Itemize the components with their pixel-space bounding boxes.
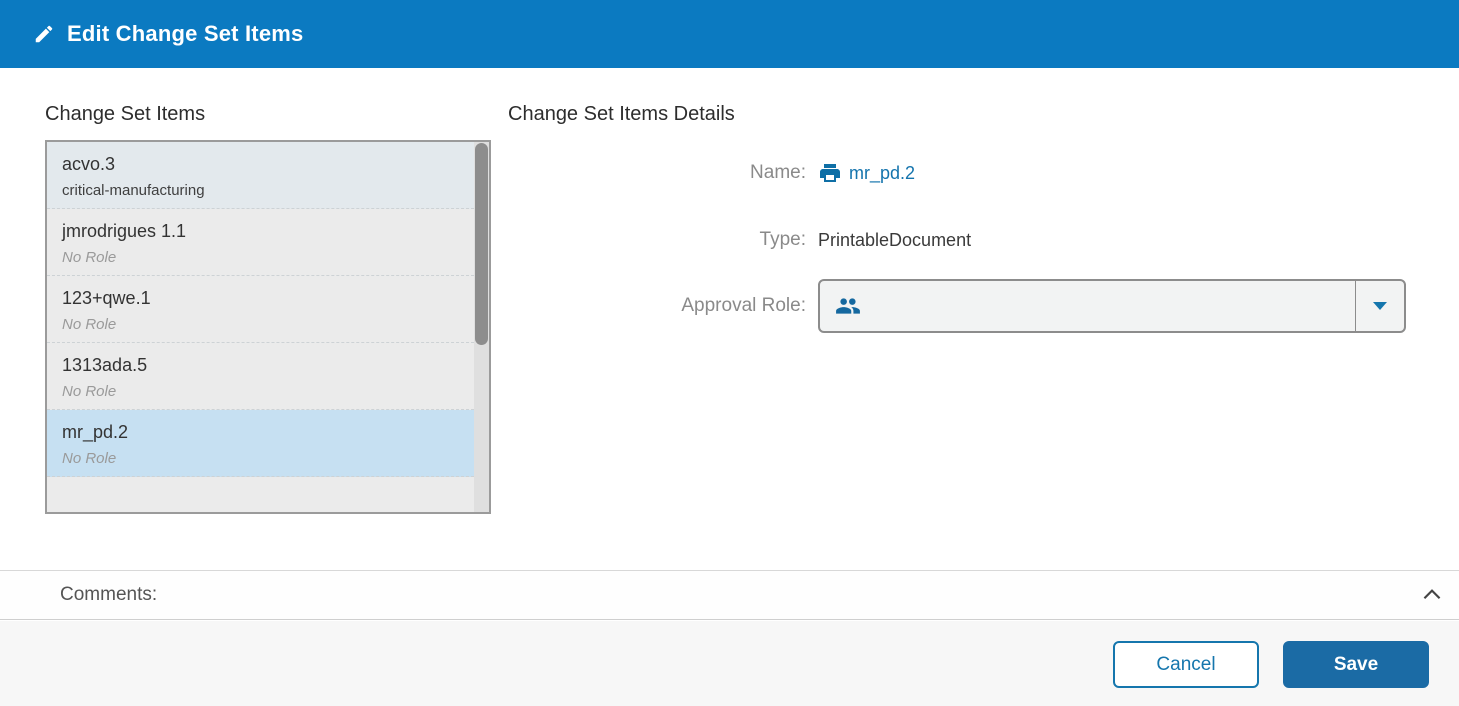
list-item-title: mr_pd.2 — [62, 419, 474, 445]
approval-role-row: Approval Role: — [508, 279, 1428, 333]
type-label: Type: — [508, 229, 818, 251]
change-set-items-list-inner: acvo.3 critical-manufacturing jmrodrigue… — [47, 142, 474, 512]
name-link[interactable]: mr_pd.2 — [849, 163, 915, 184]
edit-change-set-dialog: Edit Change Set Items Change Set Items C… — [0, 0, 1459, 706]
dialog-header: Edit Change Set Items — [0, 0, 1459, 68]
list-item-selected[interactable]: mr_pd.2 No Role — [47, 410, 474, 477]
list-item[interactable]: 123+qwe.1 No Role — [47, 276, 474, 343]
name-label: Name: — [508, 162, 818, 184]
approval-role-value[interactable] — [820, 281, 1355, 331]
list-scrollbar-thumb[interactable] — [475, 143, 488, 345]
list-item-title: acvo.3 — [62, 151, 474, 177]
list-item-title: 1313ada.5 — [62, 352, 474, 378]
list-scrollbar-track[interactable] — [474, 142, 489, 512]
approval-role-label: Approval Role: — [508, 295, 818, 317]
list-item[interactable]: acvo.3 critical-manufacturing — [47, 142, 474, 209]
chevron-up-icon[interactable] — [1419, 582, 1445, 608]
dialog-title: Edit Change Set Items — [67, 21, 303, 47]
pencil-icon — [33, 23, 55, 45]
list-item-title: 123+qwe.1 — [62, 285, 474, 311]
list-item-subtitle: No Role — [62, 313, 474, 337]
comments-label: Comments: — [60, 584, 157, 606]
name-value: mr_pd.2 — [818, 161, 915, 185]
list-item-subtitle: critical-manufacturing — [62, 179, 474, 203]
type-value: PrintableDocument — [818, 230, 971, 251]
change-set-items-heading: Change Set Items — [45, 103, 205, 126]
users-icon — [835, 293, 861, 319]
cancel-button[interactable]: Cancel — [1113, 641, 1259, 688]
chevron-down-icon — [1373, 302, 1387, 310]
save-button[interactable]: Save — [1283, 641, 1429, 688]
approval-role-combobox[interactable] — [818, 279, 1406, 333]
list-item[interactable]: 1313ada.5 No Role — [47, 343, 474, 410]
type-row: Type: PrintableDocument — [508, 225, 1428, 255]
comments-collapse-bar[interactable]: Comments: — [0, 570, 1459, 620]
list-empty-space — [47, 477, 474, 512]
change-set-items-list: acvo.3 critical-manufacturing jmrodrigue… — [45, 140, 491, 514]
list-item[interactable]: jmrodrigues 1.1 No Role — [47, 209, 474, 276]
list-item-subtitle: No Role — [62, 246, 474, 270]
change-set-items-details-heading: Change Set Items Details — [508, 103, 735, 126]
list-item-subtitle: No Role — [62, 447, 474, 471]
printer-icon — [818, 161, 842, 185]
list-item-title: jmrodrigues 1.1 — [62, 218, 474, 244]
list-item-subtitle: No Role — [62, 380, 474, 404]
name-row: Name: mr_pd.2 — [508, 158, 1428, 188]
dialog-footer: Cancel Save — [0, 621, 1459, 706]
approval-role-dropdown-button[interactable] — [1355, 281, 1404, 331]
